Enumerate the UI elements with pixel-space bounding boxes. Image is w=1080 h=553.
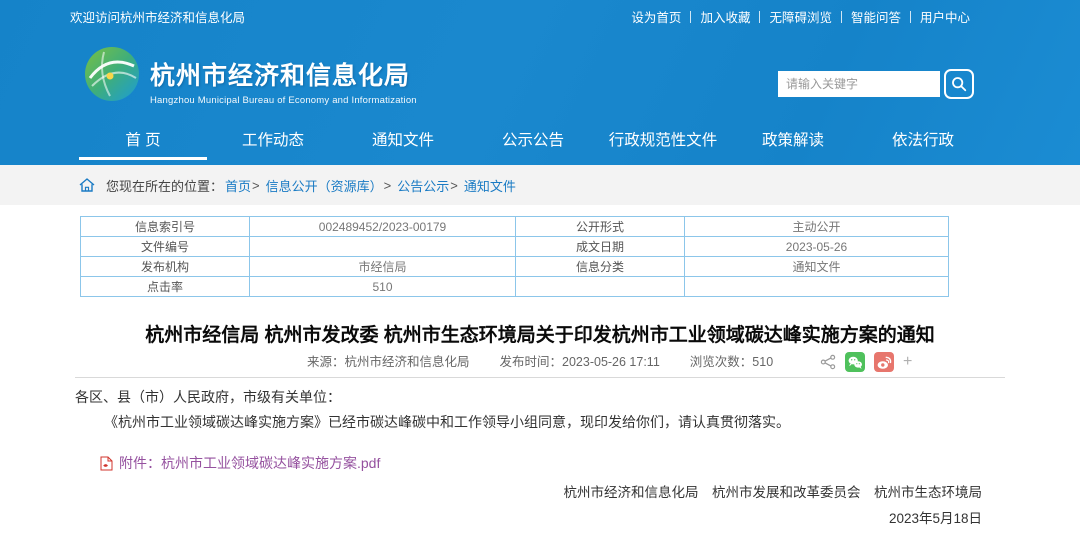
- nav-item-announcements[interactable]: 公示公告: [468, 120, 598, 165]
- page-title: 杭州市经信局 杭州市发改委 杭州市生态环境局关于印发杭州市工业领域碳达峰实施方案…: [40, 320, 1040, 347]
- welcome-text: 欢迎访问杭州市经济和信息化局: [70, 7, 245, 26]
- site-header: 欢迎访问杭州市经济和信息化局 设为首页 加入收藏 无障碍浏览 智能问答 用户中心: [0, 0, 1080, 165]
- share-toolbar: +: [820, 352, 912, 372]
- wechat-icon[interactable]: [845, 352, 865, 372]
- bureau-globe-logo[interactable]: [84, 46, 140, 102]
- nav-item-work-news[interactable]: 工作动态: [208, 120, 338, 165]
- divider: [690, 11, 691, 23]
- breadcrumb-link-home[interactable]: 首页: [225, 176, 251, 195]
- info-label-info-category: 信息分类: [516, 257, 685, 277]
- magnifier-icon: [950, 75, 968, 93]
- table-row: 点击率 510: [81, 277, 949, 297]
- site-subtitle: Hangzhou Municipal Bureau of Economy and…: [150, 95, 417, 106]
- breadcrumb-prefix: 您现在所在的位置：: [106, 176, 223, 195]
- page: 欢迎访问杭州市经济和信息化局 设为首页 加入收藏 无障碍浏览 智能问答 用户中心: [0, 0, 1080, 553]
- info-label-doc-number: 文件编号: [81, 237, 250, 257]
- article-salutation: 各区、县（市）人民政府，市级有关单位：: [75, 387, 341, 407]
- info-value-issuing-agency: 市经信局: [250, 257, 516, 277]
- nav-item-law-based-admin[interactable]: 依法行政: [858, 120, 988, 165]
- topbar-link-smart-qa[interactable]: 智能问答: [851, 7, 901, 26]
- nav-item-notices[interactable]: 通知文件: [338, 120, 468, 165]
- breadcrumb-link-info-disclosure[interactable]: 信息公开（资源库）: [266, 176, 383, 195]
- main-nav: 首 页 工作动态 通知文件 公示公告 行政规范性文件 政策解读 依法行政: [78, 120, 988, 165]
- attachment-link[interactable]: 附件：杭州市工业领域碳达峰实施方案.pdf: [100, 453, 380, 473]
- breadcrumb: 您现在所在的位置： 首页 > 信息公开（资源库） > 公告公示 > 通知文件: [0, 165, 1080, 205]
- article-meta: 来源：杭州市经济和信息化局 发布时间：2023-05-26 17:11 浏览次数…: [0, 350, 1080, 374]
- table-row: 发布机构 市经信局 信息分类 通知文件: [81, 257, 949, 277]
- document-info-table: 信息索引号 002489452/2023-00179 公开形式 主动公开 文件编…: [80, 216, 949, 297]
- weibo-icon[interactable]: [874, 352, 894, 372]
- pdf-file-icon: [100, 456, 113, 471]
- breadcrumb-link-notices[interactable]: 通知文件: [464, 176, 516, 195]
- article-paragraph: 《杭州市工业领域碳达峰实施方案》已经市碳达峰碳中和工作领导小组同意，现印发给你们…: [104, 412, 790, 432]
- nav-item-home[interactable]: 首 页: [78, 120, 208, 165]
- topbar-link-favorites[interactable]: 加入收藏: [700, 7, 750, 26]
- house-icon: [78, 177, 96, 193]
- breadcrumb-separator: >: [384, 178, 392, 193]
- breadcrumb-link-announcements[interactable]: 公告公示: [397, 176, 449, 195]
- content-divider: [75, 377, 1005, 378]
- plus-icon[interactable]: +: [903, 352, 912, 372]
- document-date: 2023年5月18日: [889, 507, 982, 527]
- info-value-click-rate: 510: [250, 277, 516, 297]
- meta-publish-time: 发布时间：2023-05-26 17:11: [500, 350, 660, 374]
- topbar-link-user-center[interactable]: 用户中心: [920, 7, 970, 26]
- info-label-index-number: 信息索引号: [81, 217, 250, 237]
- issuing-agencies: 杭州市经济和信息化局 杭州市发展和改革委员会 杭州市生态环境局: [564, 481, 983, 501]
- info-label-issuing-agency: 发布机构: [81, 257, 250, 277]
- info-value-doc-number: [250, 237, 516, 257]
- share-nodes-icon[interactable]: [820, 354, 836, 370]
- nav-item-normative-docs[interactable]: 行政规范性文件: [598, 120, 728, 165]
- article-meta-text: 来源：杭州市经济和信息化局 发布时间：2023-05-26 17:11 浏览次数…: [307, 350, 773, 374]
- search-button[interactable]: [944, 69, 974, 99]
- divider: [759, 11, 760, 23]
- table-row: 信息索引号 002489452/2023-00179 公开形式 主动公开: [81, 217, 949, 237]
- nav-item-policy-interpretation[interactable]: 政策解读: [728, 120, 858, 165]
- site-title: 杭州市经济和信息化局: [150, 56, 417, 92]
- site-branding: 杭州市经济和信息化局 Hangzhou Municipal Bureau of …: [150, 56, 417, 106]
- topbar: 欢迎访问杭州市经济和信息化局 设为首页 加入收藏 无障碍浏览 智能问答 用户中心: [0, 0, 1080, 33]
- topbar-links: 设为首页 加入收藏 无障碍浏览 智能问答 用户中心: [631, 7, 970, 26]
- meta-source: 来源：杭州市经济和信息化局: [307, 350, 470, 374]
- info-value-date-written: 2023-05-26: [685, 237, 949, 257]
- breadcrumb-separator: >: [450, 178, 458, 193]
- breadcrumb-separator: >: [252, 178, 260, 193]
- attachment-label: 附件：杭州市工业领域碳达峰实施方案.pdf: [119, 453, 380, 473]
- search-input[interactable]: [778, 71, 940, 97]
- table-row: 文件编号 成文日期 2023-05-26: [81, 237, 949, 257]
- divider: [910, 11, 911, 23]
- info-value-info-category: 通知文件: [685, 257, 949, 277]
- topbar-link-set-home[interactable]: 设为首页: [631, 7, 681, 26]
- info-value-empty: [685, 277, 949, 297]
- info-label-disclosure-form: 公开形式: [516, 217, 685, 237]
- info-value-disclosure-form: 主动公开: [685, 217, 949, 237]
- info-label-click-rate: 点击率: [81, 277, 250, 297]
- info-label-empty: [516, 277, 685, 297]
- meta-view-count: 浏览次数：510: [690, 350, 773, 374]
- info-label-date-written: 成文日期: [516, 237, 685, 257]
- info-value-index-number: 002489452/2023-00179: [250, 217, 516, 237]
- site-search: [778, 69, 974, 99]
- topbar-link-accessibility[interactable]: 无障碍浏览: [769, 7, 832, 26]
- divider: [841, 11, 842, 23]
